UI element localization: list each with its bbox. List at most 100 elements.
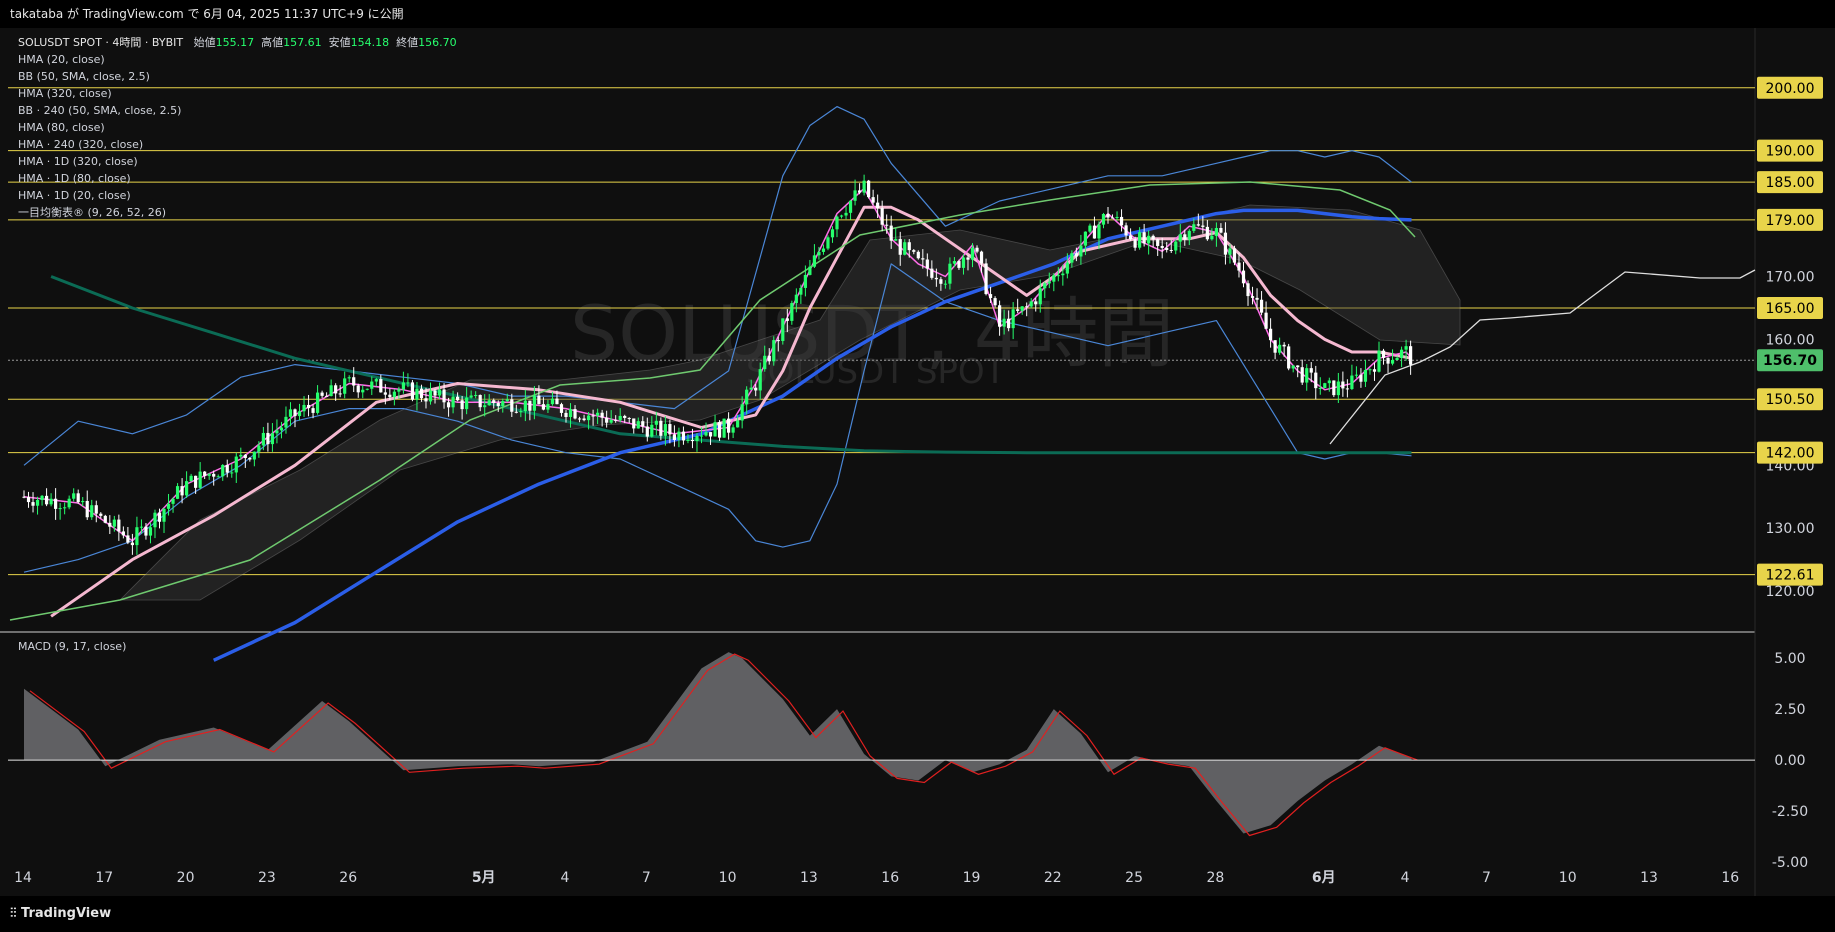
candle-body xyxy=(1119,216,1124,226)
indicator-legend-item[interactable]: HMA (320, close) xyxy=(18,85,457,102)
time-axis-label: 13 xyxy=(800,870,818,886)
indicator-legend-item[interactable]: HMA · 1D (320, close) xyxy=(18,153,457,170)
candle-body xyxy=(541,404,546,410)
candle-body xyxy=(998,305,1002,327)
candle-body xyxy=(1034,301,1038,305)
ohlc-row: SOLUSDT SPOT · 4時間 · BYBIT 始値155.17 高値15… xyxy=(18,34,457,51)
candle-body xyxy=(1223,232,1228,255)
candle-body xyxy=(677,431,681,441)
time-axis-label: 10 xyxy=(1559,870,1577,886)
chart-legend: SOLUSDT SPOT · 4時間 · BYBIT 始値155.17 高値15… xyxy=(18,34,457,221)
indicator-legend-item[interactable]: BB (50, SMA, close, 2.5) xyxy=(18,68,457,85)
candle-body xyxy=(835,216,839,230)
candle-body xyxy=(329,385,333,397)
candle-body xyxy=(1192,224,1196,231)
candle-body xyxy=(876,202,880,209)
candle-body xyxy=(261,432,265,446)
candle-body xyxy=(970,247,975,260)
level-label: 165.00 xyxy=(1766,301,1815,317)
level-label: 190.00 xyxy=(1766,144,1815,160)
time-axis-label: 4 xyxy=(1401,870,1410,886)
candle-body xyxy=(234,456,238,473)
candle-body xyxy=(446,402,451,408)
candle-body xyxy=(1165,247,1169,250)
candle-body xyxy=(568,409,573,418)
indicator-legend-item[interactable]: HMA · 240 (320, close) xyxy=(18,136,457,153)
indicator-legend-item[interactable]: HMA · 1D (80, close) xyxy=(18,170,457,187)
candle-body xyxy=(645,426,649,437)
open-label: 始値 xyxy=(193,36,216,49)
macd-histogram-area xyxy=(24,652,1412,834)
candle-body xyxy=(555,398,559,405)
candle-body xyxy=(257,445,261,452)
candle-body xyxy=(537,395,541,405)
candle-body xyxy=(212,473,216,477)
candle-body xyxy=(1363,369,1368,382)
candle-body xyxy=(1309,368,1313,373)
candle-body xyxy=(1043,283,1047,289)
candle-body xyxy=(510,399,514,412)
candle-body xyxy=(1255,297,1259,300)
candle-body xyxy=(469,395,473,398)
candle-body xyxy=(496,403,500,406)
time-axis-label: 26 xyxy=(339,870,357,886)
candle-body xyxy=(713,422,717,437)
candle-body xyxy=(203,471,207,476)
level-label: 179.00 xyxy=(1766,213,1815,229)
candle-body xyxy=(722,418,726,438)
candle-body xyxy=(1332,380,1336,396)
candle-body xyxy=(343,378,347,394)
candle-body xyxy=(961,257,966,268)
candle-body xyxy=(1336,381,1340,396)
candle-body xyxy=(1201,225,1205,227)
candle-body xyxy=(424,398,428,402)
candle-body xyxy=(821,248,826,252)
candle-body xyxy=(90,505,94,518)
indicator-legend-item[interactable]: 一目均衡表® (9, 26, 52, 26) xyxy=(18,204,457,221)
candle-body xyxy=(442,389,446,403)
candle-body xyxy=(1183,234,1187,240)
macd-legend[interactable]: MACD (9, 17, close) xyxy=(18,640,126,653)
indicator-legend-item[interactable]: HMA (20, close) xyxy=(18,51,457,68)
candle-body xyxy=(1399,349,1404,358)
candle-body xyxy=(252,451,256,460)
candle-body xyxy=(334,385,338,394)
candle-body xyxy=(1174,241,1178,251)
candle-body xyxy=(948,263,952,284)
candle-body xyxy=(356,385,360,393)
candle-body xyxy=(266,432,270,445)
candle-body xyxy=(862,180,866,193)
candle-body xyxy=(1187,230,1191,240)
candle-body xyxy=(1390,360,1395,364)
candle-body xyxy=(374,379,378,382)
candle-body xyxy=(1016,309,1020,311)
time-axis-label: 6月 xyxy=(1312,870,1336,886)
indicator-legend-item[interactable]: HMA · 1D (20, close) xyxy=(18,187,457,204)
candle-body xyxy=(487,400,491,406)
candle-body xyxy=(216,476,220,478)
candle-body xyxy=(460,400,464,410)
candle-body xyxy=(1404,346,1408,350)
candle-body xyxy=(708,432,713,437)
candle-body xyxy=(939,279,943,284)
candle-body xyxy=(302,404,306,412)
candle-body xyxy=(239,454,243,457)
candle-body xyxy=(695,435,699,442)
time-axis-label: 5月 xyxy=(472,870,496,886)
time-axis-label: 13 xyxy=(1640,870,1658,886)
candle-body xyxy=(180,486,184,496)
candle-body xyxy=(49,498,53,505)
indicator-legend-item[interactable]: BB · 240 (50, SMA, close, 2.5) xyxy=(18,102,457,119)
candle-body xyxy=(912,250,916,252)
candle-body xyxy=(1124,225,1128,236)
candle-body xyxy=(139,526,144,528)
time-axis-label: 25 xyxy=(1125,870,1143,886)
candle-body xyxy=(799,287,803,295)
candle-body xyxy=(528,400,532,411)
candle-body xyxy=(803,274,807,288)
symbol-label[interactable]: SOLUSDT SPOT · 4時間 · BYBIT xyxy=(18,36,183,49)
candle-body xyxy=(1237,262,1241,271)
candle-body xyxy=(166,503,171,509)
candle-body xyxy=(279,427,284,431)
indicator-legend-item[interactable]: HMA (80, close) xyxy=(18,119,457,136)
